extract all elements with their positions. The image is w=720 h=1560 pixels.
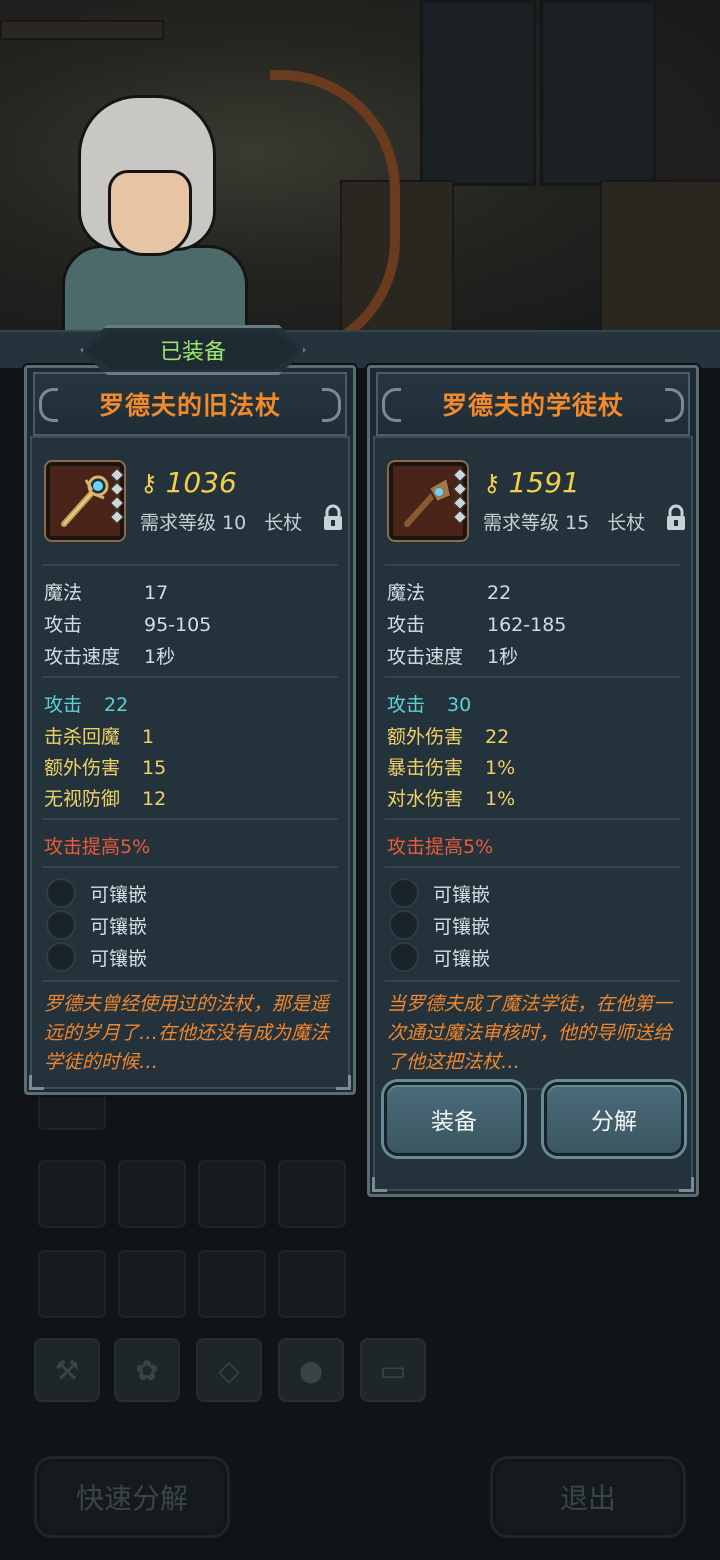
socket-slot[interactable]: 可镶嵌	[389, 942, 490, 972]
item-name: 罗德夫的学徒杖	[441, 391, 624, 420]
inventory-slot[interactable]	[198, 1250, 266, 1318]
decompose-label: 分解	[591, 1109, 637, 1135]
inventory-slot[interactable]	[278, 1250, 346, 1318]
item-name: 罗德夫的旧法杖	[98, 391, 281, 420]
base-stat-attack-speed: 攻击速度 1秒	[44, 646, 176, 668]
socket-hole-icon	[389, 910, 419, 940]
socket-hole-icon	[389, 942, 419, 972]
weapon-type: 长杖	[607, 512, 646, 534]
required-level: 需求等级 15	[483, 512, 590, 534]
lock-icon[interactable]	[665, 504, 687, 532]
required-level: 需求等级 10	[140, 512, 247, 534]
combat-power-value: 1036	[165, 466, 237, 499]
base-stat-attack: 攻击 162-185	[387, 614, 567, 636]
set-bonus: 攻击提高5%	[44, 836, 151, 858]
chest-icon: ▭	[379, 1353, 407, 1387]
equip-label: 装备	[431, 1109, 477, 1135]
pet-tab[interactable]: ✿	[114, 1338, 180, 1402]
inventory-slot[interactable]	[118, 1160, 186, 1228]
equip-button[interactable]: 装备	[384, 1082, 524, 1156]
weapon-tab[interactable]: ⚒	[34, 1338, 100, 1402]
base-stat-attack: 攻击 95-105	[44, 614, 212, 636]
socket-hole-icon	[46, 910, 76, 940]
window	[540, 0, 656, 186]
item-header: 罗德夫的学徒杖	[376, 372, 690, 436]
weapon-icon: ⚒	[54, 1353, 80, 1387]
base-stat-magic: 魔法 17	[44, 582, 169, 604]
socket-slot[interactable]: 可镶嵌	[46, 942, 147, 972]
socket-slot[interactable]: 可镶嵌	[46, 910, 147, 940]
staff-item-icon	[387, 460, 469, 542]
power-row: ⚷ 1036	[140, 466, 237, 499]
item-header: 罗德夫的旧法杖	[33, 372, 347, 436]
exit-label: 退出	[559, 1482, 616, 1515]
socket-hole-icon	[389, 878, 419, 908]
broom-corner	[600, 180, 720, 334]
item-description: 罗德夫曾经使用过的法杖，那是遥远的岁月了…在他还没有成为魔法学徒的时候…	[44, 993, 330, 1073]
socket-slot[interactable]: 可镶嵌	[389, 910, 490, 940]
paw-icon: ✿	[135, 1353, 159, 1387]
combat-power-icon: ⚷	[140, 468, 158, 497]
background-scene	[0, 0, 720, 340]
bow-illustration	[270, 70, 400, 340]
attr-mana-on-kill: 击杀回魔 1	[44, 726, 155, 748]
requirements-row: 需求等级 10 长杖	[140, 508, 302, 535]
material-icon: ●	[298, 1353, 324, 1387]
gem-icon: ◇	[218, 1353, 240, 1387]
base-stat-magic: 魔法 22	[387, 582, 512, 604]
equipped-item-panel: 罗德夫的旧法杖 ⚷ 1036 需求等级 10 长杖 魔法 17 攻击 95-10…	[24, 365, 356, 1095]
attr-crit-damage: 暴击伤害 1%	[387, 757, 516, 779]
character-face	[108, 170, 192, 256]
item-details: ⚷ 1591 需求等级 15 长杖 魔法 22 攻击 162-185 攻击速度 1秒 …	[373, 436, 693, 1191]
socket-slot[interactable]: 可镶嵌	[46, 878, 147, 908]
attr-attack: 攻击 30	[387, 694, 472, 716]
inventory-slot[interactable]	[278, 1160, 346, 1228]
weapon-type: 长杖	[264, 512, 303, 534]
window	[420, 0, 536, 186]
shelf	[0, 20, 164, 40]
requirements-row: 需求等级 15 长杖	[483, 508, 645, 535]
chest-tab[interactable]: ▭	[360, 1338, 426, 1402]
inventory-slot[interactable]	[198, 1160, 266, 1228]
set-bonus: 攻击提高5%	[387, 836, 494, 858]
inventory-slot[interactable]	[38, 1250, 106, 1318]
exit-button[interactable]: 退出	[490, 1456, 686, 1538]
item-description: 当罗德夫成了魔法学徒，在他第一次通过魔法审核时，他的导师送给了他这把法杖…	[387, 993, 673, 1073]
base-stat-attack-speed: 攻击速度 1秒	[387, 646, 519, 668]
attr-ignore-defense: 无视防御 12	[44, 788, 167, 810]
item-details: ⚷ 1036 需求等级 10 长杖 魔法 17 攻击 95-105 攻击速度 1秒 攻…	[30, 436, 350, 1089]
quick-decompose-button[interactable]: 快速分解	[34, 1456, 230, 1538]
decompose-button[interactable]: 分解	[544, 1082, 684, 1156]
socket-hole-icon	[46, 878, 76, 908]
socket-hole-icon	[46, 942, 76, 972]
equipped-label: 已装备	[159, 340, 226, 365]
candidate-item-panel: 罗德夫的学徒杖 ⚷ 1591 需求等级 15 长杖 魔法 22 攻击 162-185…	[367, 365, 699, 1197]
socket-slot[interactable]: 可镶嵌	[389, 878, 490, 908]
attr-attack: 攻击 22	[44, 694, 129, 716]
staff-item-icon	[44, 460, 126, 542]
power-row: ⚷ 1591	[483, 466, 580, 499]
combat-power-icon: ⚷	[483, 468, 501, 497]
material-tab[interactable]: ●	[278, 1338, 344, 1402]
quick-decompose-label: 快速分解	[75, 1482, 188, 1515]
inventory-slot[interactable]	[38, 1160, 106, 1228]
attr-extra-damage: 额外伤害 22	[387, 726, 510, 748]
equipped-tag: 已装备	[80, 325, 306, 375]
inventory-slot[interactable]	[118, 1250, 186, 1318]
attr-extra-damage: 额外伤害 15	[44, 757, 167, 779]
lock-icon[interactable]	[322, 504, 344, 532]
attr-water-damage: 对水伤害 1%	[387, 788, 516, 810]
gem-tab[interactable]: ◇	[196, 1338, 262, 1402]
combat-power-value: 1591	[508, 466, 580, 499]
